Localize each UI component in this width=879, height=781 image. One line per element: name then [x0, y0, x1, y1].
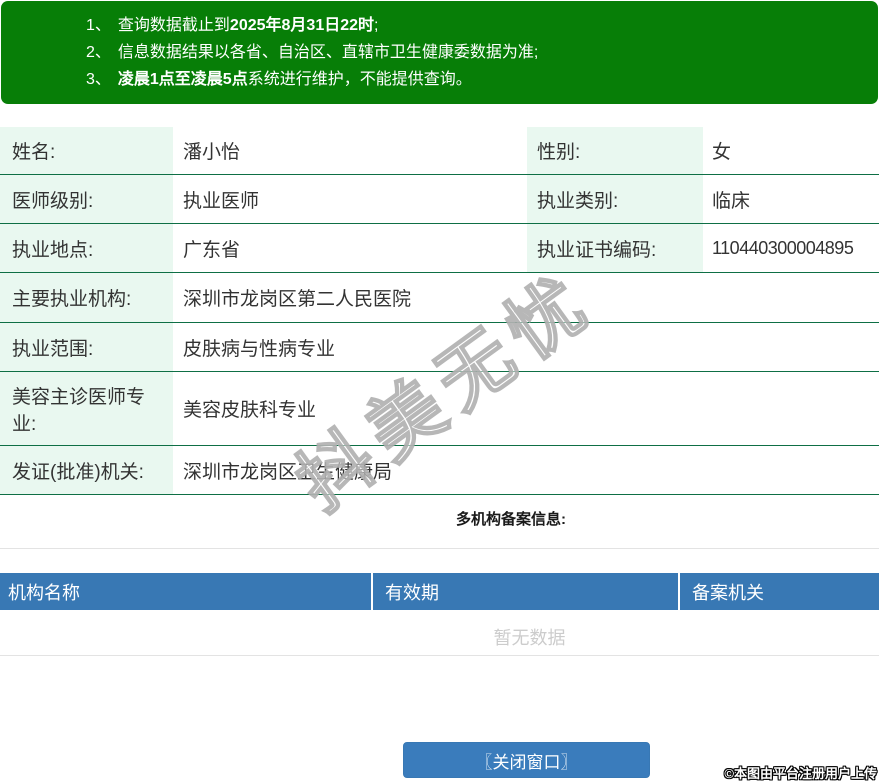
info-row-name-gender: 姓名: 潘小怡 性别: 女: [0, 127, 879, 175]
field-label-certificate-number: 执业证书编码:: [527, 224, 703, 272]
notice-line-2: 2、 信息数据结果以各省、自治区、直辖市卫生健康委数据为准;: [86, 39, 878, 66]
notice-text-bold: 2025年8月31日22时: [229, 17, 375, 34]
field-value-main-institution: 深圳市龙岗区第二人民医院: [183, 289, 412, 310]
notice-line-number: 2、: [86, 44, 111, 61]
field-value-cosmetic-specialty: 美容皮肤科专业: [183, 400, 317, 421]
field-value-practice-location: 广东省: [183, 239, 241, 261]
notice-line-number: 1、: [86, 17, 111, 34]
notice-text: 信息数据结果以各省、自治区、直辖市卫生健康委数据为准;: [117, 44, 539, 61]
column-header-validity-period: 有效期: [373, 573, 680, 610]
notice-line-number: 3、: [86, 71, 111, 88]
empty-data-text: 暂无数据: [493, 628, 566, 648]
field-value-name: 潘小怡: [183, 142, 241, 163]
field-label-name: 姓名:: [0, 127, 173, 174]
notice-text-bold: 凌晨1点至凌晨5点: [117, 71, 248, 88]
field-value-certificate-number: 110440300004895: [712, 237, 854, 258]
field-label-issuing-authority: 发证(批准)机关:: [0, 446, 173, 494]
column-header-institution-name: 机构名称: [0, 573, 373, 610]
notice-line-1: 1、 查询数据截止到2025年8月31日22时;: [86, 12, 878, 39]
field-value-doctor-level: 执业医师: [183, 190, 260, 212]
field-label-practice-location: 执业地点:: [0, 224, 173, 272]
multi-org-records-title: 多机构备案信息:: [456, 511, 566, 528]
field-value-gender: 女: [712, 142, 732, 163]
info-row-issuing-authority: 发证(批准)机关: 深圳市龙岗区卫生健康局: [0, 446, 879, 495]
close-window-button[interactable]: 〖关闭窗口〗: [403, 742, 650, 778]
records-table-header: 机构名称 有效期 备案机关: [0, 573, 879, 610]
field-label-practice-category: 执业类别:: [527, 175, 703, 223]
field-label-doctor-level: 医师级别:: [0, 175, 173, 223]
field-label-practice-scope: 执业范围:: [0, 323, 173, 371]
practitioner-query-result-page: 1、 查询数据截止到2025年8月31日22时; 2、 信息数据结果以各省、自治区、…: [0, 0, 879, 781]
divider-line: [0, 655, 879, 656]
notice-text: 系统进行维护，不能提供查询。: [247, 71, 472, 88]
info-row-level-category: 医师级别: 执业医师 执业类别: 临床: [0, 175, 879, 224]
divider-line: [0, 548, 879, 549]
practitioner-info-table: 姓名: 潘小怡 性别: 女 医师级别: 执业医师 执业类别: 临床 执业地点: …: [0, 127, 879, 495]
notice-text: ;: [374, 17, 379, 34]
field-value-issuing-authority: 深圳市龙岗区卫生健康局: [183, 461, 393, 483]
notice-line-3: 3、 凌晨1点至凌晨5点系统进行维护，不能提供查询。: [86, 66, 878, 93]
field-label-gender: 性别:: [527, 127, 703, 174]
column-header-filing-authority: 备案机关: [680, 573, 879, 610]
field-value-practice-category: 临床: [712, 190, 751, 212]
field-label-main-institution: 主要执业机构:: [0, 273, 173, 322]
info-row-location-certno: 执业地点: 广东省 执业证书编码: 110440300004895: [0, 224, 879, 273]
info-row-cosmetic-specialty: 美容主诊医师专业: 美容皮肤科专业: [0, 372, 879, 446]
info-row-main-institution: 主要执业机构: 深圳市龙岗区第二人民医院: [0, 273, 879, 323]
info-row-practice-scope: 执业范围: 皮肤病与性病专业: [0, 323, 879, 372]
notice-text: 查询数据截止到: [117, 17, 230, 34]
field-value-practice-scope: 皮肤病与性病专业: [183, 338, 336, 360]
copyright-watermark: ©本图由平台注册用户上传: [724, 766, 877, 781]
notice-banner: 1、 查询数据截止到2025年8月31日22时; 2、 信息数据结果以各省、自治区、…: [1, 1, 878, 104]
field-label-cosmetic-specialty: 美容主诊医师专业:: [0, 372, 173, 445]
